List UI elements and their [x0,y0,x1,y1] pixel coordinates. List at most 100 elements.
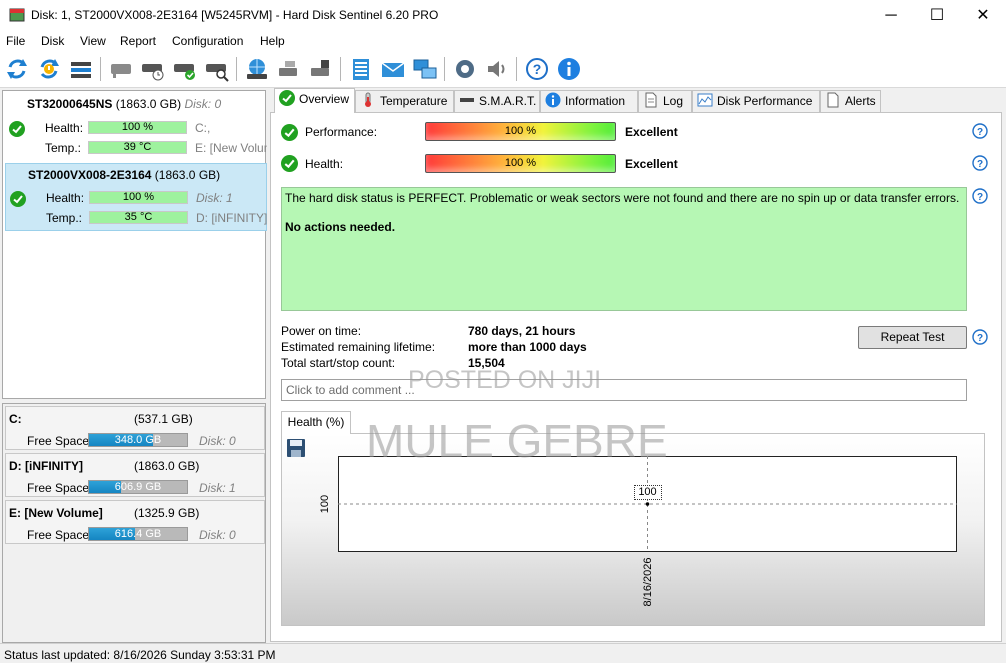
free-space-bar: 616.4 GB [88,527,188,541]
volume-disk: Disk: 0 [199,434,236,448]
toolbar-separator [236,57,237,81]
volume-card[interactable]: E: [New Volume] (1325.9 GB) Free Space 6… [5,500,265,544]
repeat-test-button[interactable]: Repeat Test [858,326,967,349]
tab-alerts[interactable]: Alerts [820,90,881,112]
temperature-bar: 39 °C [88,141,187,154]
check-ok-icon [281,124,298,141]
title-bar: Disk: 1, ST2000VX008-2E3164 [W5245RVM] -… [0,0,1006,31]
disk-model: ST2000VX008-2E3164 [28,168,152,182]
help-icon[interactable]: ? [972,188,988,204]
health-value: 100 % [504,157,537,169]
volume-name: D: [iNFINITY] [9,459,83,473]
help-icon[interactable]: ? [972,155,988,171]
volume-list-panel: C: (537.1 GB) Free Space 348.0 GB Disk: … [2,403,266,643]
tab-smart[interactable]: S.M.A.R.T. [454,90,540,112]
volume-size: (1863.0 GB) [134,459,200,473]
tab-information[interactable]: Information [540,90,638,112]
performance-bar: 100 % [425,122,616,141]
volume-size: (537.1 GB) [134,412,193,426]
disk-title: ST2000VX008-2E3164 (1863.0 GB) [28,168,220,182]
toolbar-separator [340,57,341,81]
health-label: Health: [305,157,344,171]
disk-list-icon[interactable] [68,56,94,82]
comment-input[interactable] [281,379,967,401]
toolbar-separator [444,57,445,81]
settings-gear-icon[interactable] [452,56,478,82]
check-ok-icon [281,155,298,172]
tab-label: S.M.A.R.T. [479,94,537,108]
disk-search-icon[interactable] [204,56,230,82]
mail-icon[interactable] [380,56,406,82]
temperature-bar: 35 °C [89,211,188,224]
refresh-icon[interactable] [4,56,30,82]
clipboard-report-icon[interactable] [348,56,374,82]
svg-text:?: ? [533,61,542,77]
performance-value: 100 % [504,125,537,137]
tab-temperature[interactable]: Temperature [355,90,454,112]
disk-card[interactable]: ST32000645NS (1863.0 GB) Disk: 0 Health:… [5,93,267,161]
window-title: Disk: 1, ST2000VX008-2E3164 [W5245RVM] -… [31,8,439,22]
health-bar: 100 % [89,191,188,204]
speaker-icon[interactable] [484,56,510,82]
volume-size: (1325.9 GB) [134,506,200,520]
tab-label: Disk Performance [717,94,813,108]
help-icon[interactable]: ? [972,329,988,345]
health-bar: 100 % [88,121,187,134]
globe-disk-icon[interactable] [244,56,270,82]
menu-report[interactable]: Report [120,34,156,48]
free-space-bar: 348.0 GB [88,433,188,447]
help-icon[interactable]: ? [972,123,988,139]
volume-letter: D: [iNFINITY] [196,211,268,225]
data-label: 100 [633,485,662,500]
volume-name: E: [New Volume] [9,506,103,520]
help-icon[interactable]: ? [524,56,550,82]
status-bar: Status last updated: 8/16/2026 Sunday 3:… [0,643,1006,663]
volume-card[interactable]: D: [iNFINITY] (1863.0 GB) Free Space 606… [5,453,265,497]
tab-disk-performance[interactable]: Disk Performance [692,90,820,112]
disk-tools-icon[interactable] [276,56,302,82]
network-icon[interactable] [412,56,438,82]
disk-clock-icon[interactable] [140,56,166,82]
menu-help[interactable]: Help [260,34,285,48]
volume-disk: Disk: 0 [199,528,236,542]
tab-overview[interactable]: Overview [274,88,355,113]
health-label: Health: [46,191,85,205]
menu-file[interactable]: File [6,34,25,48]
status-message-box: The hard disk status is PERFECT. Problem… [281,187,967,311]
toolbar: ? [0,51,1006,88]
disk-size: (1863.0 GB) [115,97,182,111]
health-bar: 100 % [425,154,616,173]
performance-chart-icon [697,93,713,107]
tab-label: Information [565,94,626,108]
disk-title: ST32000645NS (1863.0 GB) Disk: 0 [27,97,221,111]
disk-card-selected[interactable]: ST2000VX008-2E3164 (1863.0 GB) Health: 1… [5,163,267,231]
toolbar-separator [100,57,101,81]
disk-power-icon[interactable] [308,56,334,82]
document-icon [827,92,839,108]
info-icon[interactable] [556,56,582,82]
menu-view[interactable]: View [80,34,106,48]
maximize-button[interactable]: ☐ [914,0,960,31]
tab-health-graph[interactable]: Health (%) [281,411,351,434]
health-rating: Excellent [625,157,678,171]
menu-configuration[interactable]: Configuration [172,34,243,48]
menu-disk[interactable]: Disk [41,34,64,48]
free-space-bar: 606.9 GB [88,480,188,494]
power-on-value: 780 days, 21 hours [468,324,576,338]
tab-label: Alerts [845,94,876,108]
tab-log[interactable]: Log [638,90,692,112]
volume-letter: E: [New Volume] [195,141,267,155]
close-button[interactable]: ✕ [960,0,1006,31]
save-icon[interactable] [286,438,306,458]
disk-check-icon[interactable] [172,56,198,82]
volume-card[interactable]: C: (537.1 GB) Free Space 348.0 GB Disk: … [5,406,265,450]
free-space-value: 616.4 GB [114,528,162,540]
disk-gray-icon[interactable] [108,56,134,82]
refresh-alert-icon[interactable] [36,56,62,82]
tab-label: Log [663,94,684,108]
data-point [645,502,650,506]
minimize-button[interactable]: ─ [868,0,914,31]
actions-text: No actions needed. [285,220,396,234]
free-space-label: Free Space [27,528,90,542]
svg-text:?: ? [977,159,983,170]
